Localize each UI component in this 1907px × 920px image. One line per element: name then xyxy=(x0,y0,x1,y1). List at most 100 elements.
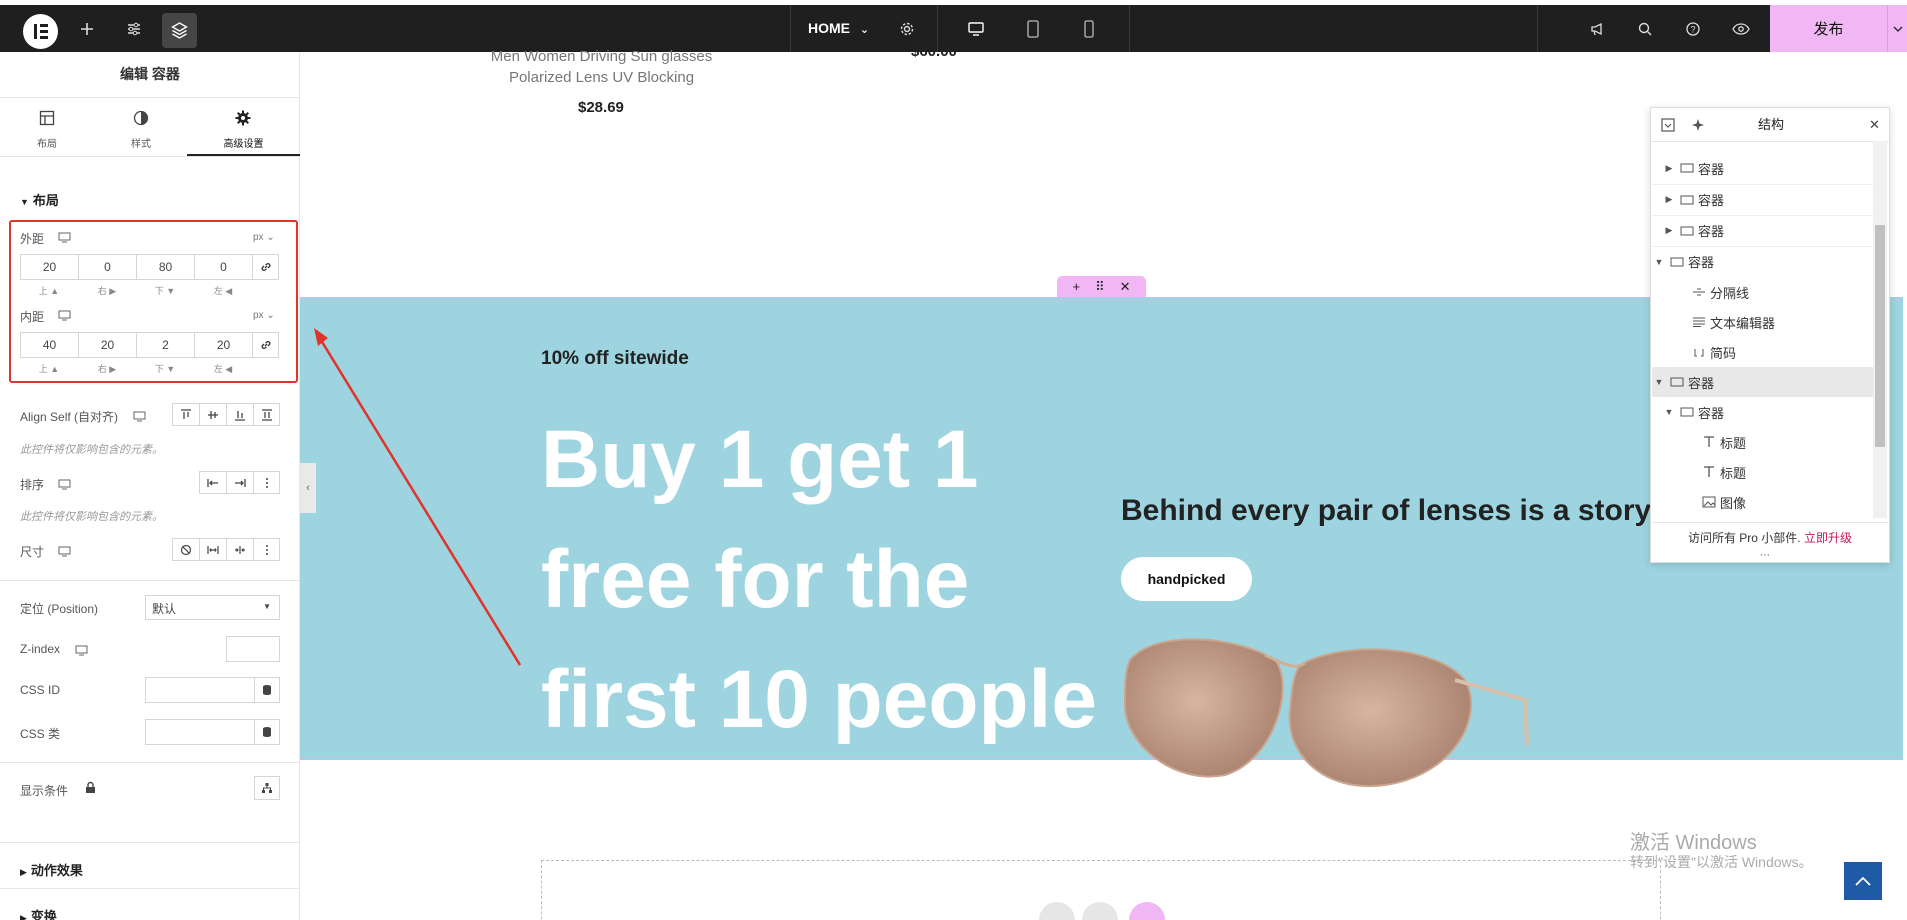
caret-down-icon[interactable]: ▼ xyxy=(1652,377,1666,387)
tab-style[interactable]: 样式 xyxy=(94,99,188,157)
padding-left-input[interactable]: 20 xyxy=(194,332,252,358)
order-start-icon[interactable] xyxy=(199,471,226,494)
add-element-icon[interactable] xyxy=(75,5,99,52)
desktop-icon[interactable] xyxy=(58,308,71,326)
more-options-icon[interactable] xyxy=(253,471,280,494)
scroll-to-top-icon[interactable] xyxy=(1844,862,1882,900)
navigator-item[interactable]: ▶ 容器 xyxy=(1652,215,1874,245)
margin-left-input[interactable]: 0 xyxy=(194,254,252,280)
tab-advanced[interactable]: 高级设置 xyxy=(187,99,300,157)
padding-unit-select[interactable]: px ⌄ xyxy=(253,310,275,321)
dynamic-tags-icon[interactable] xyxy=(254,719,280,745)
text-editor-icon xyxy=(1688,317,1710,327)
margin-right-input[interactable]: 0 xyxy=(78,254,136,280)
order-buttons xyxy=(199,471,280,494)
zindex-input[interactable] xyxy=(226,636,280,662)
navigator-item[interactable]: ▼ 容器 xyxy=(1652,246,1874,276)
align-start-icon[interactable] xyxy=(172,403,199,426)
desktop-icon[interactable] xyxy=(58,230,71,248)
svg-text:?: ? xyxy=(1690,24,1695,34)
navigator-item[interactable]: 文本编辑器 xyxy=(1652,307,1874,337)
size-none-icon[interactable] xyxy=(172,538,199,561)
link-values-icon[interactable] xyxy=(252,254,279,280)
section-transform-toggle[interactable]: ▶ 变换 xyxy=(20,906,57,920)
css-class-input[interactable] xyxy=(145,719,255,745)
navigator-item[interactable]: 图像 xyxy=(1652,487,1874,517)
navigator-item[interactable]: 分隔线 xyxy=(1652,277,1874,307)
caret-right-icon[interactable]: ▶ xyxy=(1662,194,1676,205)
caret-right-icon[interactable]: ▶ xyxy=(1662,225,1676,236)
structure-layers-icon[interactable] xyxy=(162,13,197,48)
announcements-icon[interactable] xyxy=(1585,5,1609,52)
margin-top-input[interactable]: 20 xyxy=(20,254,78,280)
desktop-icon[interactable] xyxy=(58,544,71,562)
padding-right-input[interactable]: 20 xyxy=(78,332,136,358)
align-stretch-icon[interactable] xyxy=(253,403,280,426)
link-values-icon[interactable] xyxy=(252,332,279,358)
separator xyxy=(1537,5,1538,52)
side-label-bottom: 下 ▼ xyxy=(154,364,176,374)
navigator-item[interactable]: ▶ 容器 xyxy=(1652,153,1874,183)
drag-handle-icon[interactable]: ⠿ xyxy=(1095,279,1105,295)
publish-button[interactable]: 发布 xyxy=(1770,5,1887,52)
resize-dots-icon[interactable]: ⋯ xyxy=(1760,550,1770,561)
mobile-view-icon[interactable] xyxy=(1077,5,1101,52)
handpicked-button[interactable]: handpicked xyxy=(1121,557,1252,601)
margin-unit-select[interactable]: px ⌄ xyxy=(253,232,275,243)
align-self-label: Align Self (自对齐) xyxy=(20,410,119,424)
publish-options-chevron-icon[interactable] xyxy=(1887,5,1907,52)
dynamic-tags-icon[interactable] xyxy=(254,677,280,703)
navigator-scroll-thumb[interactable] xyxy=(1875,225,1885,447)
more-options-icon[interactable] xyxy=(253,538,280,561)
align-end-icon[interactable] xyxy=(226,403,253,426)
margin-bottom-input[interactable]: 80 xyxy=(136,254,194,280)
caret-right-icon[interactable]: ▶ xyxy=(1662,163,1676,174)
search-icon[interactable] xyxy=(1633,5,1657,52)
caret-down-icon[interactable]: ▼ xyxy=(1662,407,1676,417)
navigator-item-label: 文本编辑器 xyxy=(1710,315,1776,331)
chevron-down-icon: ⌄ xyxy=(859,24,870,36)
conditions-tree-icon[interactable] xyxy=(254,776,280,800)
caret-down-icon[interactable]: ▼ xyxy=(1652,257,1666,267)
tablet-view-icon[interactable] xyxy=(1021,5,1045,52)
desktop-icon[interactable] xyxy=(58,477,71,495)
desktop-icon[interactable] xyxy=(75,643,88,661)
side-label-right: 右 ▶ xyxy=(97,286,117,296)
navigator-item[interactable]: 标题 xyxy=(1652,427,1874,457)
desktop-icon[interactable] xyxy=(133,409,146,427)
size-shrink-icon[interactable] xyxy=(226,538,253,561)
desktop-view-icon[interactable] xyxy=(964,5,988,52)
product-title[interactable]: Men Women Driving Sun glasses Polarized … xyxy=(470,46,733,88)
hero-heading: Buy 1 get 1 free for the first 10 people xyxy=(541,400,1101,760)
page-selector[interactable]: HOME ⌄ xyxy=(808,5,869,52)
navigator-item[interactable]: ▼ 容器 xyxy=(1652,367,1874,397)
tab-layout[interactable]: 布局 xyxy=(0,99,94,157)
site-settings-icon[interactable] xyxy=(122,5,146,52)
align-center-icon[interactable] xyxy=(199,403,226,426)
add-icon[interactable]: + xyxy=(1072,279,1080,294)
section-layout-toggle[interactable]: ▼ 布局 xyxy=(20,190,59,209)
elementor-logo-icon[interactable] xyxy=(23,14,58,49)
close-icon[interactable]: ✕ xyxy=(1120,279,1131,295)
section-motion-toggle[interactable]: ▶ 动作效果 xyxy=(20,860,83,879)
preview-eye-icon[interactable] xyxy=(1729,5,1753,52)
navigator-item[interactable]: 简码 xyxy=(1652,337,1874,367)
padding-top-input[interactable]: 40 xyxy=(20,332,78,358)
css-id-label: CSS ID xyxy=(20,683,61,697)
position-select[interactable]: 默认 ▼ xyxy=(145,595,280,620)
order-label: 排序 xyxy=(20,478,45,492)
help-icon[interactable]: ? xyxy=(1681,5,1705,52)
highlight-box xyxy=(9,220,298,383)
navigator-item[interactable]: ▶ 容器 xyxy=(1652,184,1874,214)
navigator-item[interactable]: 标题 xyxy=(1652,457,1874,487)
navigator-item[interactable]: ▼ 容器 xyxy=(1652,397,1874,427)
container-handles[interactable]: + ⠿ ✕ xyxy=(1057,276,1146,297)
order-end-icon[interactable] xyxy=(226,471,253,494)
upgrade-link[interactable]: 立即升级 xyxy=(1804,531,1852,545)
padding-bottom-input[interactable]: 2 xyxy=(136,332,194,358)
elementor-editor: { "topbar": { "page_label": "HOME", "pub… xyxy=(0,0,1907,920)
navigator-item-label: 容器 xyxy=(1698,161,1725,177)
css-id-input[interactable] xyxy=(145,677,255,703)
close-icon[interactable]: ✕ xyxy=(1869,117,1880,133)
size-grow-icon[interactable] xyxy=(199,538,226,561)
